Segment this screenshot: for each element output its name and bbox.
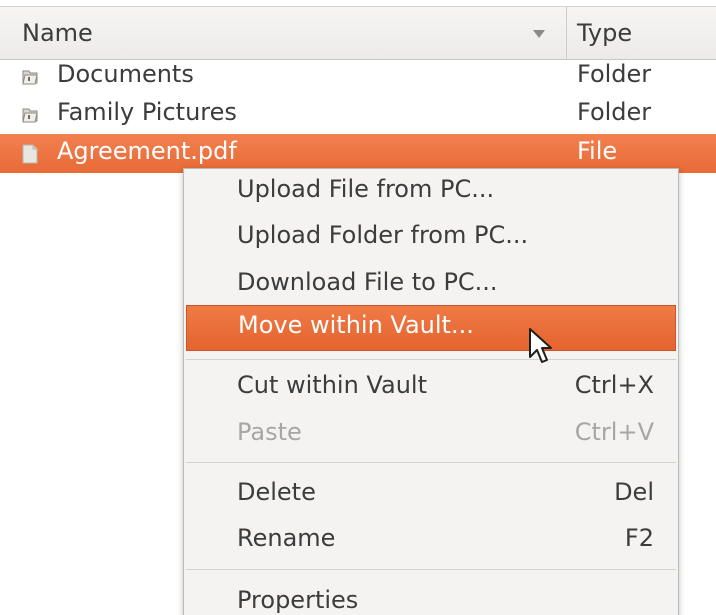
column-header-type[interactable]: Type	[567, 7, 716, 59]
menu-item-label: Download File to PC...	[237, 268, 498, 296]
menu-item-shortcut: Ctrl+X	[574, 371, 654, 399]
menu-separator	[186, 462, 676, 463]
menu-item-label: Move within Vault...	[238, 311, 474, 339]
context-menu: Upload File from PC... Upload Folder fro…	[183, 168, 679, 615]
file-browser-window: Name Type Documents Folder Family Pictur…	[0, 0, 716, 615]
folder-icon	[22, 70, 38, 85]
menu-item-rename[interactable]: Rename F2	[184, 518, 678, 564]
menu-item-shortcut: F2	[624, 524, 654, 552]
menu-item-delete[interactable]: Delete Del	[184, 472, 678, 518]
table-row[interactable]: Family Pictures Folder	[0, 95, 716, 134]
file-icon	[22, 144, 38, 164]
menu-item-cut-within-vault[interactable]: Cut within Vault Ctrl+X	[184, 365, 678, 411]
folder-icon	[22, 108, 38, 123]
menu-separator	[186, 359, 676, 360]
menu-item-label: Delete	[237, 478, 316, 506]
menu-item-upload-folder[interactable]: Upload Folder from PC...	[184, 215, 678, 261]
menu-item-move-within-vault[interactable]: Move within Vault...	[186, 305, 676, 351]
menu-item-label: Upload File from PC...	[237, 175, 495, 203]
column-header-name[interactable]: Name	[0, 7, 567, 59]
row-type: Folder	[577, 60, 652, 88]
menu-item-label: Upload Folder from PC...	[237, 221, 529, 249]
column-header: Name Type	[0, 6, 716, 60]
column-name-label: Name	[22, 19, 93, 47]
row-name: Documents	[57, 60, 194, 88]
menu-item-upload-file[interactable]: Upload File from PC...	[184, 169, 678, 215]
menu-item-download-file[interactable]: Download File to PC...	[184, 262, 678, 308]
menu-item-label: Properties	[237, 586, 359, 614]
sort-descending-icon	[533, 30, 545, 38]
row-type: File	[577, 137, 618, 165]
column-type-label: Type	[577, 19, 633, 47]
menu-item-properties[interactable]: Properties	[184, 580, 678, 615]
menu-item-shortcut: Ctrl+V	[574, 418, 654, 446]
table-row[interactable]: Documents Folder	[0, 57, 716, 96]
mouse-pointer-icon	[529, 328, 552, 363]
menu-item-label: Rename	[237, 524, 336, 552]
menu-item-shortcut: Del	[614, 478, 654, 506]
row-name: Agreement.pdf	[57, 137, 237, 165]
menu-separator	[186, 569, 676, 570]
row-name: Family Pictures	[57, 98, 237, 126]
menu-item-label: Cut within Vault	[237, 371, 427, 399]
menu-item-paste: Paste Ctrl+V	[184, 412, 678, 458]
row-type: Folder	[577, 98, 652, 126]
menu-item-label: Paste	[237, 418, 302, 446]
